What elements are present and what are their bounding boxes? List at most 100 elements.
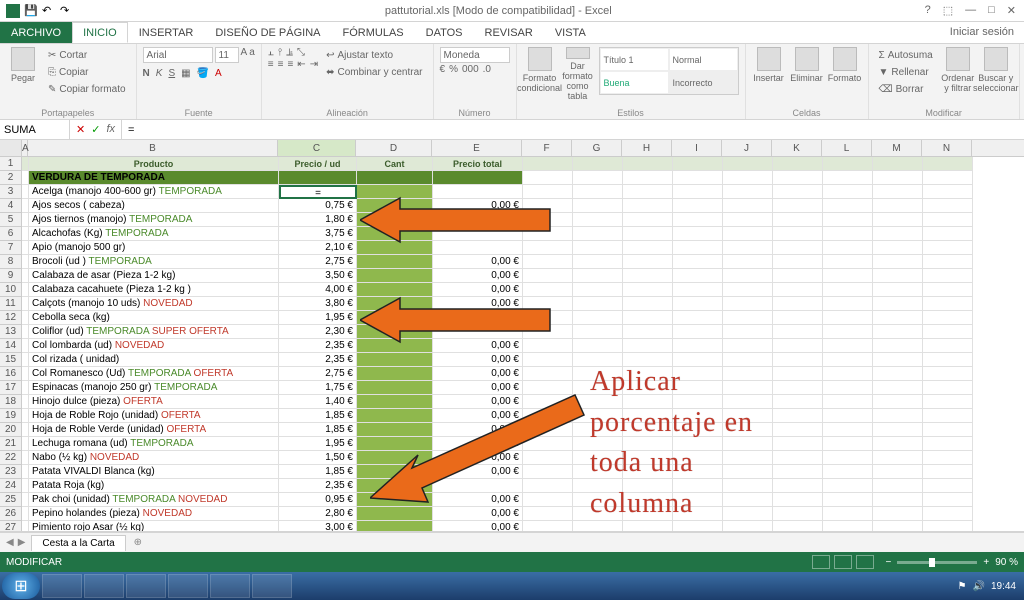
cell[interactable]: [22, 493, 29, 507]
minimize-icon[interactable]: —: [965, 4, 976, 17]
cell[interactable]: [623, 269, 673, 283]
style-good[interactable]: Buena: [600, 71, 669, 94]
cell[interactable]: [673, 157, 723, 171]
cell[interactable]: [357, 507, 433, 521]
cell[interactable]: [357, 199, 433, 213]
cell[interactable]: [523, 493, 573, 507]
row-head[interactable]: 4: [0, 199, 22, 213]
cell[interactable]: Alcachofas (Kg) TEMPORADA: [29, 227, 279, 241]
cell[interactable]: [923, 311, 973, 325]
cell[interactable]: [523, 423, 573, 437]
cell[interactable]: [357, 367, 433, 381]
cell[interactable]: 0,75 €: [279, 199, 357, 213]
start-button[interactable]: ⊞: [2, 573, 40, 599]
clear-button[interactable]: ⌫Borrar: [875, 81, 937, 97]
row-head[interactable]: 5: [0, 213, 22, 227]
cell[interactable]: [773, 269, 823, 283]
cell[interactable]: [573, 227, 623, 241]
cell[interactable]: [573, 199, 623, 213]
cell[interactable]: [573, 185, 623, 199]
cell[interactable]: [773, 423, 823, 437]
cell[interactable]: [357, 241, 433, 255]
cell[interactable]: Brocoli (ud ) TEMPORADA: [29, 255, 279, 269]
cell[interactable]: [773, 241, 823, 255]
cell[interactable]: [357, 395, 433, 409]
cell[interactable]: [923, 395, 973, 409]
cell[interactable]: [823, 409, 873, 423]
cell[interactable]: [723, 185, 773, 199]
cell[interactable]: Col rizada ( unidad): [29, 353, 279, 367]
cell[interactable]: [773, 171, 823, 185]
cell[interactable]: [723, 325, 773, 339]
cell[interactable]: [22, 199, 29, 213]
cell[interactable]: [523, 367, 573, 381]
row-head[interactable]: 8: [0, 255, 22, 269]
cell[interactable]: [22, 185, 29, 199]
cell[interactable]: [873, 493, 923, 507]
cell[interactable]: 4,00 €: [279, 283, 357, 297]
cell[interactable]: 2,75 €: [279, 367, 357, 381]
col-i[interactable]: I: [672, 140, 722, 156]
col-k[interactable]: K: [772, 140, 822, 156]
cell[interactable]: [823, 493, 873, 507]
style-title1[interactable]: Título 1: [600, 48, 669, 71]
taskbar-item[interactable]: [210, 574, 250, 598]
cell[interactable]: [673, 297, 723, 311]
cell[interactable]: [22, 227, 29, 241]
cell[interactable]: [433, 227, 523, 241]
sheet-nav-prev-icon[interactable]: ◀: [6, 537, 14, 548]
cell[interactable]: Hoja de Roble Verde (unidad) OFERTA: [29, 423, 279, 437]
taskbar-item[interactable]: [42, 574, 82, 598]
cell[interactable]: [873, 311, 923, 325]
cell[interactable]: Patata Roja (kg): [29, 479, 279, 493]
cell[interactable]: [773, 325, 823, 339]
cell[interactable]: Patata VIVALDI Blanca (kg): [29, 465, 279, 479]
cell[interactable]: [573, 339, 623, 353]
cell[interactable]: [873, 185, 923, 199]
cell[interactable]: 0,00 €: [433, 465, 523, 479]
cell[interactable]: [873, 241, 923, 255]
cell[interactable]: Calabaza de asar (Pieza 1-2 kg): [29, 269, 279, 283]
cell[interactable]: 1,50 €: [279, 451, 357, 465]
cell[interactable]: 2,75 €: [279, 255, 357, 269]
cell[interactable]: [773, 227, 823, 241]
cell[interactable]: 1,85 €: [279, 423, 357, 437]
cell[interactable]: [573, 269, 623, 283]
cell[interactable]: [873, 353, 923, 367]
cell[interactable]: [923, 437, 973, 451]
cell[interactable]: [873, 381, 923, 395]
merge-center-button[interactable]: ⬌Combinar y centrar: [322, 64, 426, 80]
cell[interactable]: [357, 269, 433, 283]
cell[interactable]: [773, 157, 823, 171]
cell[interactable]: [523, 395, 573, 409]
cell[interactable]: [823, 381, 873, 395]
cell[interactable]: [673, 269, 723, 283]
cell[interactable]: 0,00 €: [433, 339, 523, 353]
cell[interactable]: [873, 269, 923, 283]
cell[interactable]: 1,95 €: [279, 437, 357, 451]
indent-inc-icon[interactable]: ⇥: [310, 59, 318, 70]
cell[interactable]: [623, 157, 673, 171]
cell[interactable]: Acelga (manojo 400-600 gr) TEMPORADA: [29, 185, 279, 199]
cell[interactable]: 2,30 €: [279, 325, 357, 339]
cell[interactable]: 0,00 €: [433, 409, 523, 423]
cell[interactable]: Hinojo dulce (pieza) OFERTA: [29, 395, 279, 409]
cell[interactable]: 0,00 €: [433, 507, 523, 521]
cell[interactable]: Precio total: [433, 157, 523, 171]
cell[interactable]: [723, 255, 773, 269]
enter-formula-icon[interactable]: ✓: [91, 123, 100, 136]
cell[interactable]: 2,80 €: [279, 507, 357, 521]
row-head[interactable]: 20: [0, 423, 22, 437]
cell[interactable]: [823, 479, 873, 493]
cell[interactable]: 0,00 €: [433, 395, 523, 409]
cell[interactable]: [357, 493, 433, 507]
cell[interactable]: [523, 325, 573, 339]
cell[interactable]: [873, 521, 923, 532]
cell[interactable]: [573, 255, 623, 269]
font-size-select[interactable]: 11: [215, 47, 239, 63]
cell[interactable]: [357, 311, 433, 325]
cell[interactable]: [523, 185, 573, 199]
cell[interactable]: [523, 451, 573, 465]
cell[interactable]: [923, 283, 973, 297]
cell[interactable]: [623, 171, 673, 185]
